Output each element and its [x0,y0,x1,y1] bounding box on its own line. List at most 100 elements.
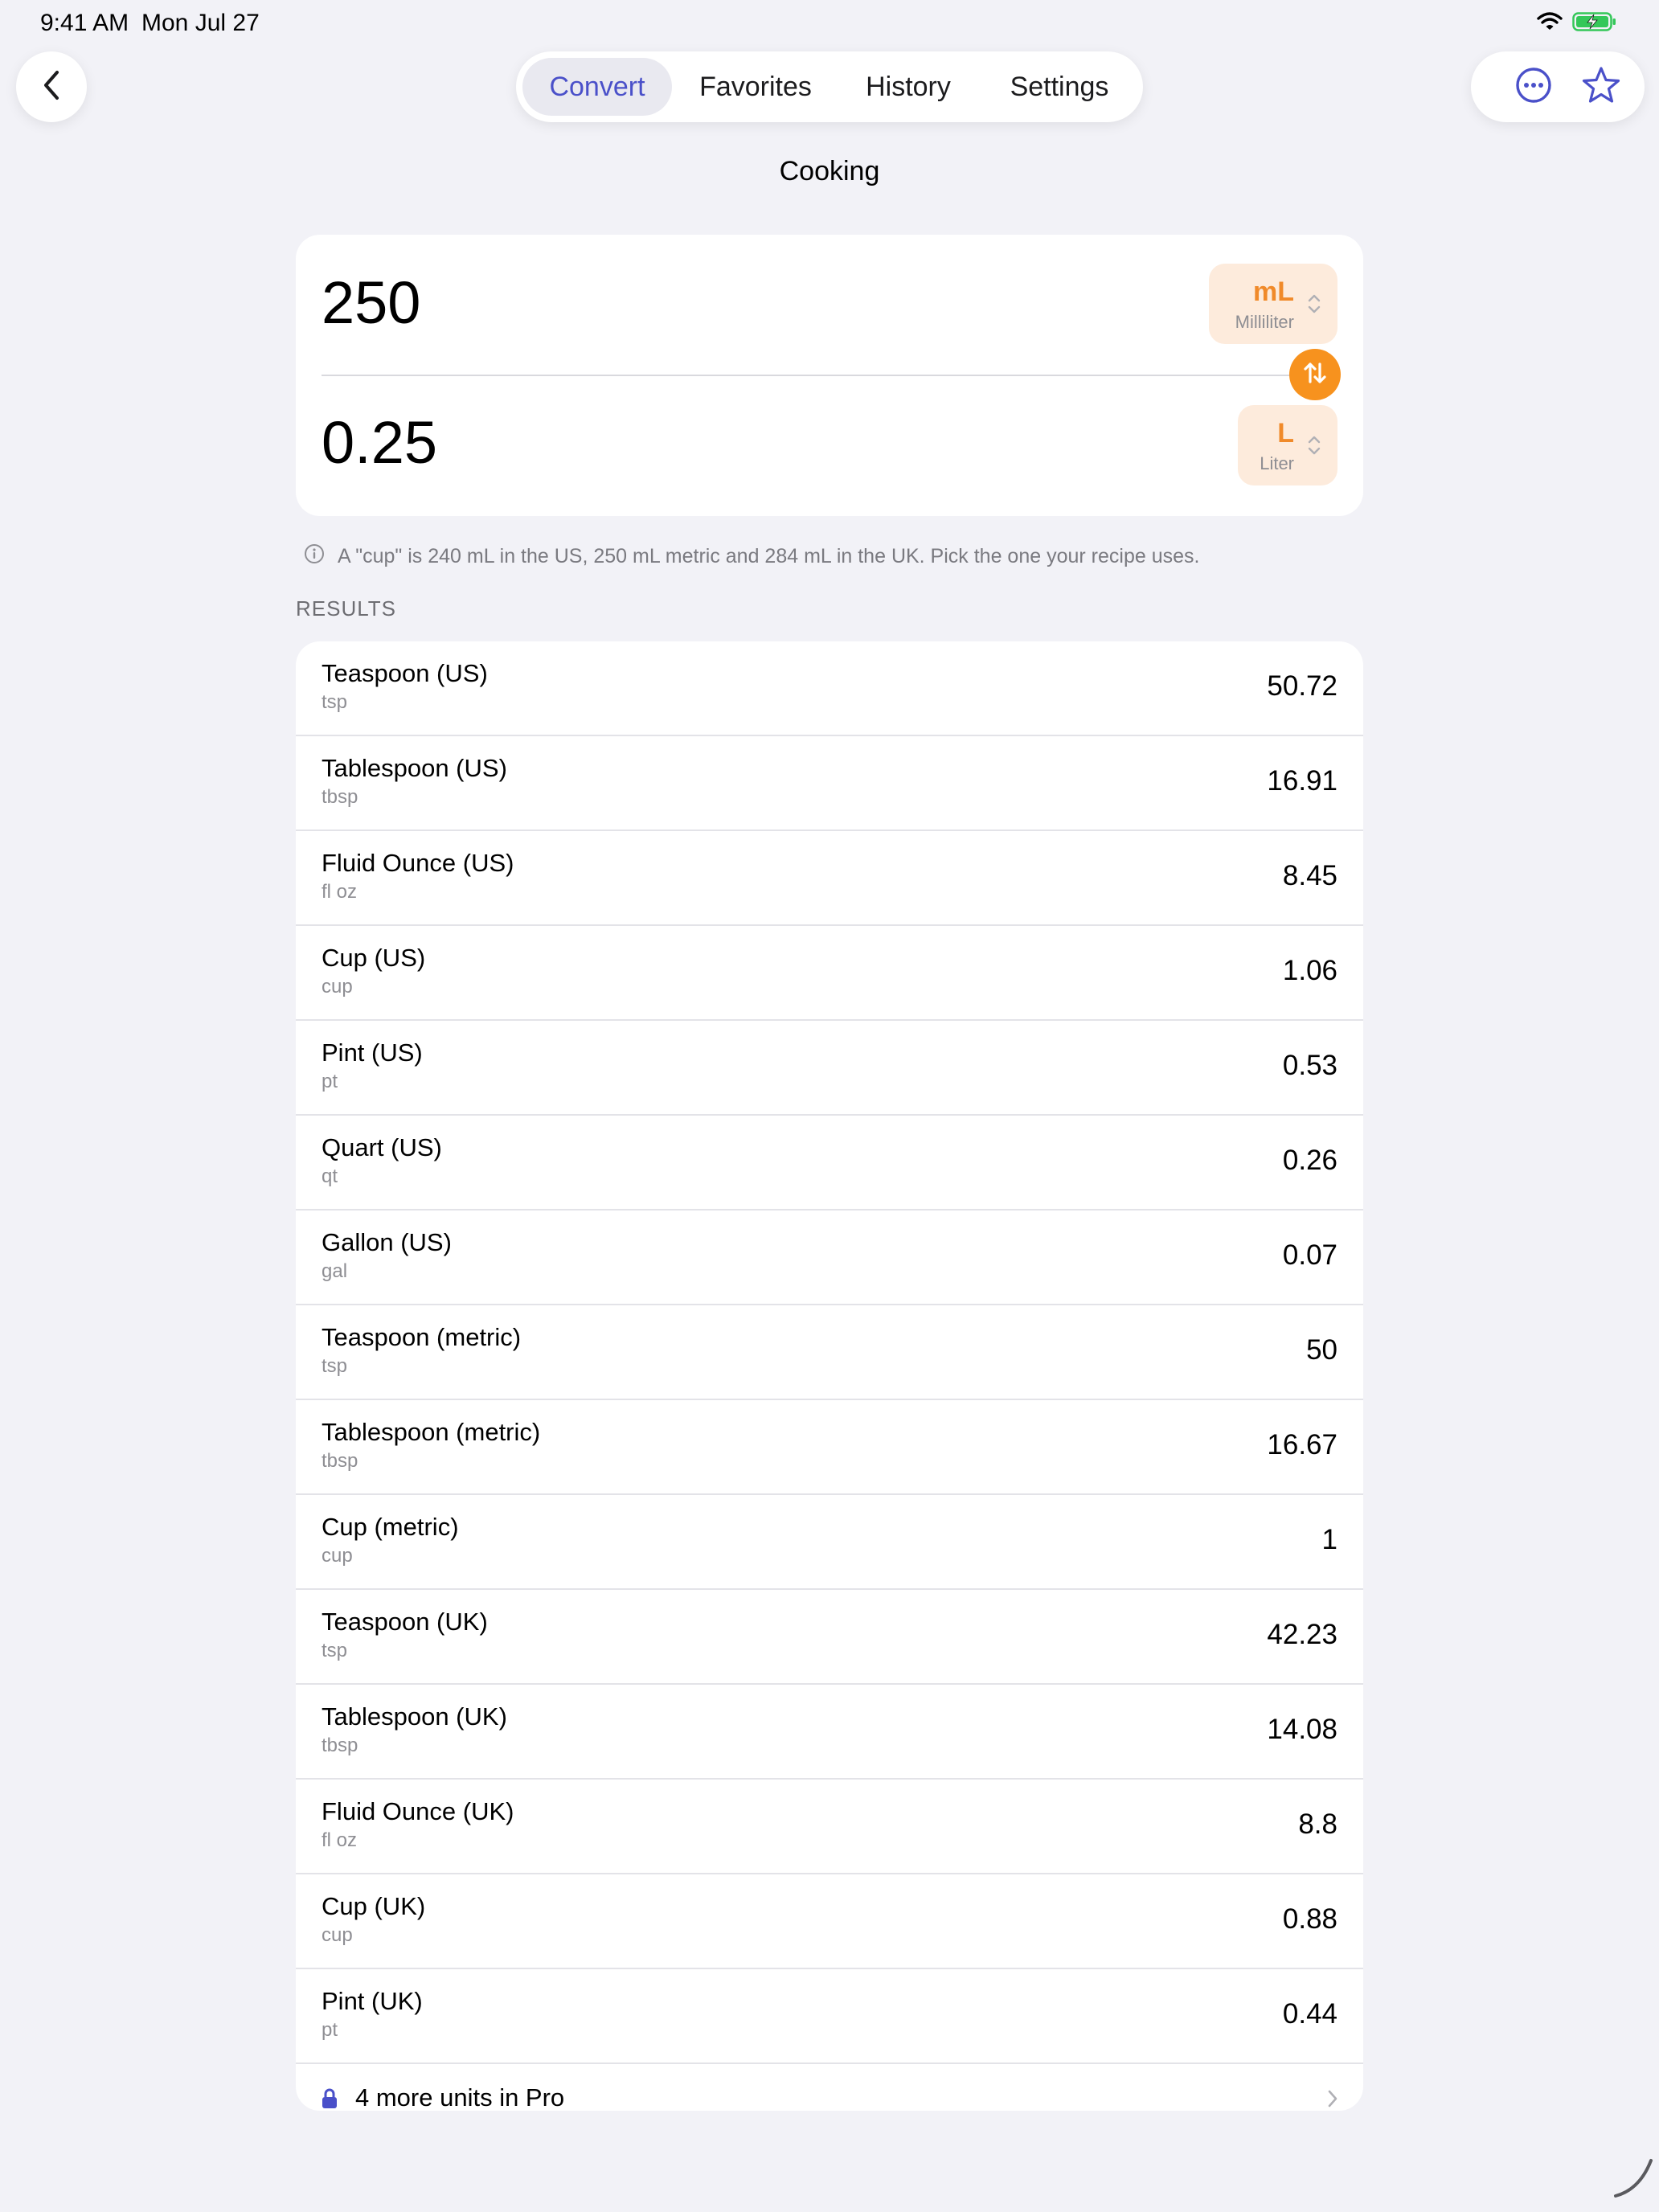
unit-abbr: gal [322,1260,348,1282]
to-unit-name: Liter [1260,453,1294,473]
unit-abbr: pt [322,2019,338,2041]
result-row[interactable]: Cup (metric) cup 1 [296,1495,1363,1590]
from-unit-abbr: mL [1253,276,1294,307]
unit-value: 0.88 [1282,1903,1337,1935]
result-row[interactable]: Tablespoon (metric) tbsp 16.67 [296,1400,1363,1495]
unit-value: 16.67 [1267,1429,1337,1460]
from-value-input[interactable]: 250 [322,268,420,337]
info-icon [304,543,325,570]
pro-upsell-row[interactable]: 4 more units in Pro [296,2064,1363,2111]
unit-name: Cup (metric) [322,1513,459,1541]
tab-bar: Convert Favorites History Settings [516,51,1143,122]
tab-settings[interactable]: Settings [982,58,1137,116]
unit-abbr: fl oz [322,1829,358,1851]
unit-value: 0.07 [1282,1239,1337,1271]
result-row[interactable]: Quart (US) qt 0.26 [296,1116,1363,1210]
more-button[interactable] [1509,63,1558,111]
tab-favorites[interactable]: Favorites [677,58,834,116]
star-icon [1581,65,1621,109]
lock-icon [322,2088,338,2111]
unit-name: Teaspoon (UK) [322,1608,488,1636]
unit-name: Quart (US) [322,1133,442,1161]
result-row[interactable]: Tablespoon (US) tbsp 16.91 [296,736,1363,831]
result-row[interactable]: Pint (US) pt 0.53 [296,1021,1363,1116]
pencil-hover-icon [1612,2156,1656,2203]
unit-value: 42.23 [1267,1619,1337,1650]
unit-value: 0.53 [1282,1050,1337,1081]
result-row[interactable]: Fluid Ounce (US) fl oz 8.45 [296,831,1363,926]
from-unit-picker[interactable]: mL Milliliter [1209,264,1337,344]
unit-value: 16.91 [1267,765,1337,797]
to-unit-picker[interactable]: L Liter [1238,405,1337,485]
unit-abbr: tsp [322,1640,348,1661]
swap-arrows-icon [1301,359,1329,391]
results-list: Teaspoon (US) tsp 50.72 Tablespoon (US) … [296,641,1363,2111]
unit-name: Tablespoon (UK) [322,1702,507,1731]
status-icons [1537,11,1617,36]
unit-abbr: tbsp [322,1450,358,1472]
result-row[interactable]: Cup (UK) cup 0.88 [296,1874,1363,1969]
unit-abbr: cup [322,1924,353,1946]
result-row[interactable]: Pint (UK) pt 0.44 [296,1969,1363,2064]
status-date: Mon Jul 27 [141,10,260,36]
result-row[interactable]: Teaspoon (US) tsp 50.72 [296,641,1363,736]
unit-abbr: qt [322,1165,338,1187]
favorite-button[interactable] [1577,63,1625,111]
from-unit-name: Milliliter [1235,312,1294,332]
unit-name: Teaspoon (metric) [322,1323,522,1351]
status-time: 9:41 AM [40,10,129,36]
result-row[interactable]: Cup (US) cup 1.06 [296,926,1363,1021]
unit-value: 8.8 [1298,1809,1337,1840]
result-row[interactable]: Teaspoon (metric) tsp 50 [296,1305,1363,1400]
results-header: RESULTS [296,596,396,621]
to-unit-abbr: L [1277,418,1294,449]
unit-value: 0.26 [1282,1145,1337,1176]
unit-name: Gallon (US) [322,1228,452,1256]
back-button[interactable] [16,51,87,122]
chevron-right-icon [1326,2088,1339,2111]
converter-divider [322,375,1337,376]
chevron-up-down-icon [1307,293,1321,319]
converter-card: 250 mL Milliliter 0.25 L Liter [296,235,1363,516]
unit-abbr: fl oz [322,881,358,903]
to-value-output[interactable]: 0.25 [322,408,437,477]
unit-name: Tablespoon (US) [322,754,507,782]
unit-name: Fluid Ounce (US) [322,849,514,877]
info-note-text: A "cup" is 240 mL in the US, 250 mL metr… [338,545,1200,567]
unit-abbr: cup [322,1545,353,1567]
unit-value: 50 [1306,1334,1337,1366]
result-row[interactable]: Tablespoon (UK) tbsp 14.08 [296,1685,1363,1780]
unit-value: 50.72 [1267,670,1337,702]
chevron-up-down-icon [1307,434,1321,461]
wifi-icon [1537,12,1563,35]
status-bar: 9:41 AM Mon Jul 27 [0,0,1659,51]
unit-abbr: tsp [322,1355,348,1377]
actions-pill [1471,51,1645,122]
unit-value: 1 [1321,1524,1337,1555]
chevron-left-icon [39,69,63,105]
result-row[interactable]: Gallon (US) gal 0.07 [296,1210,1363,1305]
unit-value: 14.08 [1267,1714,1337,1745]
tab-history[interactable]: History [838,58,979,116]
unit-abbr: cup [322,976,353,997]
unit-name: Cup (US) [322,944,426,972]
pro-upsell-label: 4 more units in Pro [355,2083,565,2111]
unit-name: Cup (UK) [322,1892,426,1920]
info-note: A "cup" is 240 mL in the US, 250 mL metr… [304,543,1199,570]
result-row[interactable]: Teaspoon (UK) tsp 42.23 [296,1590,1363,1685]
unit-name: Tablespoon (metric) [322,1418,541,1446]
unit-value: 1.06 [1282,955,1337,986]
unit-abbr: tbsp [322,1735,358,1756]
result-row[interactable]: Fluid Ounce (UK) fl oz 8.8 [296,1780,1363,1874]
unit-abbr: tbsp [322,786,358,808]
unit-abbr: pt [322,1071,338,1092]
unit-name: Fluid Ounce (UK) [322,1797,514,1825]
battery-charging-icon [1572,11,1617,36]
tab-convert[interactable]: Convert [522,58,672,116]
unit-value: 0.44 [1282,1998,1337,2030]
unit-value: 8.45 [1282,860,1337,891]
swap-units-button[interactable] [1289,349,1341,400]
unit-name: Teaspoon (US) [322,659,488,687]
unit-abbr: tsp [322,691,348,713]
unit-name: Pint (UK) [322,1987,423,2015]
